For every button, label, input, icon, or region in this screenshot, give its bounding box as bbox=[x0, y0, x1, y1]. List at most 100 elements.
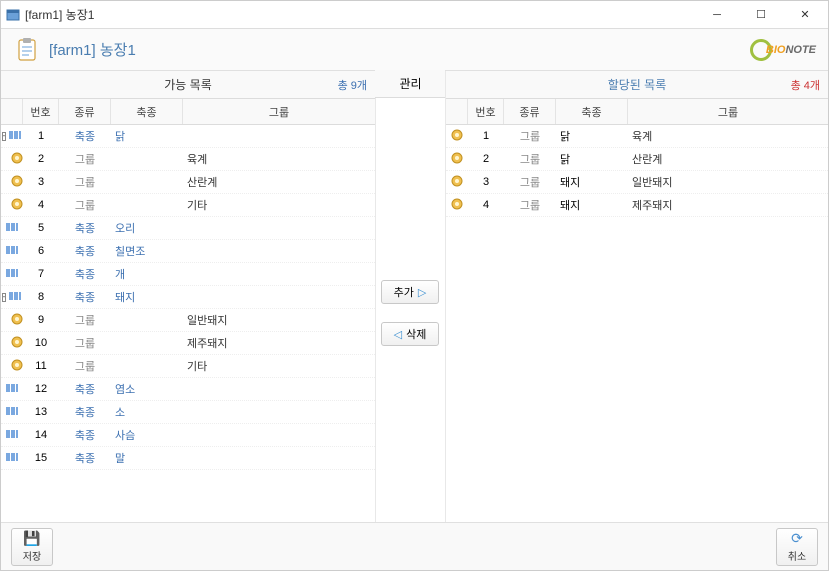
table-row[interactable]: 5축종오리 bbox=[1, 217, 375, 240]
col-type[interactable]: 종류 bbox=[59, 99, 111, 124]
table-row[interactable]: -1축종닭 bbox=[1, 125, 375, 148]
available-panel-head: 가능 목록 총 9개 bbox=[1, 71, 375, 99]
row-group: 기타 bbox=[183, 355, 375, 377]
minimize-button[interactable]: ─ bbox=[698, 5, 736, 25]
remove-button[interactable]: ◁ 삭제 bbox=[381, 322, 439, 346]
table-row[interactable]: 3그룹산란계 bbox=[1, 171, 375, 194]
r-col-group[interactable]: 그룹 bbox=[628, 99, 828, 124]
maximize-button[interactable]: ☐ bbox=[742, 5, 780, 25]
header: [farm1] 농장1 BIONOTE bbox=[1, 29, 828, 71]
group-icon bbox=[450, 174, 464, 191]
row-icon bbox=[1, 378, 23, 400]
r-col-type[interactable]: 종류 bbox=[504, 99, 556, 124]
table-row[interactable]: 1그룹닭육계 bbox=[446, 125, 828, 148]
col-species[interactable]: 축종 bbox=[111, 99, 183, 124]
row-icon bbox=[1, 424, 23, 446]
available-body[interactable]: -1축종닭2그룹육계3그룹산란계4그룹기타5축종오리6축종칠면조7축종개-8축종… bbox=[1, 125, 375, 522]
r-col-species[interactable]: 축종 bbox=[556, 99, 628, 124]
row-type: 축종 bbox=[59, 424, 111, 446]
logo: BIONOTE bbox=[750, 39, 816, 61]
group-icon bbox=[10, 151, 24, 168]
row-idx: 1 bbox=[468, 125, 504, 147]
row-idx: 14 bbox=[23, 424, 59, 446]
row-idx: 9 bbox=[23, 309, 59, 331]
table-row[interactable]: 7축종개 bbox=[1, 263, 375, 286]
col-idx[interactable]: 번호 bbox=[23, 99, 59, 124]
species-icon bbox=[5, 427, 19, 444]
tree-toggle-icon[interactable]: - bbox=[2, 293, 7, 302]
table-row[interactable]: 12축종염소 bbox=[1, 378, 375, 401]
close-button[interactable]: ✕ bbox=[786, 5, 824, 25]
row-group: 산란계 bbox=[628, 148, 828, 170]
row-icon: - bbox=[1, 125, 23, 147]
table-row[interactable]: 6축종칠면조 bbox=[1, 240, 375, 263]
col-group[interactable]: 그룹 bbox=[183, 99, 375, 124]
save-button[interactable]: 💾 저장 bbox=[11, 528, 53, 566]
assigned-header-row: 번호 종류 축종 그룹 bbox=[446, 99, 828, 125]
row-type: 축종 bbox=[59, 240, 111, 262]
species-icon bbox=[5, 381, 19, 398]
row-group bbox=[183, 125, 375, 147]
row-icon bbox=[1, 401, 23, 423]
table-row[interactable]: 14축종사슴 bbox=[1, 424, 375, 447]
row-idx: 5 bbox=[23, 217, 59, 239]
row-group: 육계 bbox=[183, 148, 375, 170]
row-icon bbox=[1, 217, 23, 239]
titlebar: [farm1] 농장1 ─ ☐ ✕ bbox=[1, 1, 828, 29]
table-row[interactable]: 2그룹닭산란계 bbox=[446, 148, 828, 171]
row-group: 기타 bbox=[183, 194, 375, 216]
table-row[interactable]: 13축종소 bbox=[1, 401, 375, 424]
species-icon bbox=[5, 450, 19, 467]
row-icon bbox=[1, 309, 23, 331]
cancel-button[interactable]: ⟳ 취소 bbox=[776, 528, 818, 566]
table-row[interactable]: -8축종돼지 bbox=[1, 286, 375, 309]
available-title: 가능 목록 bbox=[164, 76, 212, 93]
row-species: 닭 bbox=[556, 125, 628, 147]
row-icon bbox=[1, 332, 23, 354]
assigned-body[interactable]: 1그룹닭육계2그룹닭산란계3그룹돼지일반돼지4그룹돼지제주돼지 bbox=[446, 125, 828, 522]
table-row[interactable]: 3그룹돼지일반돼지 bbox=[446, 171, 828, 194]
row-species bbox=[111, 171, 183, 193]
table-row[interactable]: 15축종말 bbox=[1, 447, 375, 470]
available-header-row: 번호 종류 축종 그룹 bbox=[1, 99, 375, 125]
row-idx: 1 bbox=[23, 125, 59, 147]
row-idx: 2 bbox=[468, 148, 504, 170]
row-group: 일반돼지 bbox=[628, 171, 828, 193]
row-group: 제주돼지 bbox=[183, 332, 375, 354]
window-title: [farm1] 농장1 bbox=[25, 6, 698, 23]
refresh-icon: ⟳ bbox=[791, 530, 803, 547]
row-type: 그룹 bbox=[59, 332, 111, 354]
row-species: 닭 bbox=[556, 148, 628, 170]
row-species: 닭 bbox=[111, 125, 183, 147]
row-idx: 4 bbox=[468, 194, 504, 216]
row-idx: 13 bbox=[23, 401, 59, 423]
row-idx: 12 bbox=[23, 378, 59, 400]
r-col-idx[interactable]: 번호 bbox=[468, 99, 504, 124]
tree-toggle-icon[interactable]: - bbox=[2, 132, 7, 141]
add-button[interactable]: 추가 ▷ bbox=[381, 280, 439, 304]
table-row[interactable]: 9그룹일반돼지 bbox=[1, 309, 375, 332]
table-row[interactable]: 11그룹기타 bbox=[1, 355, 375, 378]
row-species: 돼지 bbox=[556, 194, 628, 216]
row-group: 산란계 bbox=[183, 171, 375, 193]
row-icon bbox=[1, 240, 23, 262]
species-icon bbox=[5, 220, 19, 237]
row-group bbox=[183, 447, 375, 469]
table-row[interactable]: 2그룹육계 bbox=[1, 148, 375, 171]
table-row[interactable]: 4그룹돼지제주돼지 bbox=[446, 194, 828, 217]
row-group bbox=[183, 424, 375, 446]
row-type: 그룹 bbox=[504, 194, 556, 216]
row-group bbox=[183, 378, 375, 400]
table-row[interactable]: 4그룹기타 bbox=[1, 194, 375, 217]
row-icon bbox=[1, 263, 23, 285]
row-group bbox=[183, 240, 375, 262]
row-idx: 10 bbox=[23, 332, 59, 354]
row-species bbox=[111, 332, 183, 354]
col-ico bbox=[1, 99, 23, 124]
app-window-icon bbox=[5, 7, 21, 23]
table-row[interactable]: 10그룹 제주돼지 bbox=[1, 332, 375, 355]
row-idx: 3 bbox=[23, 171, 59, 193]
r-col-ico bbox=[446, 99, 468, 124]
row-idx: 2 bbox=[23, 148, 59, 170]
row-idx: 8 bbox=[23, 286, 59, 308]
